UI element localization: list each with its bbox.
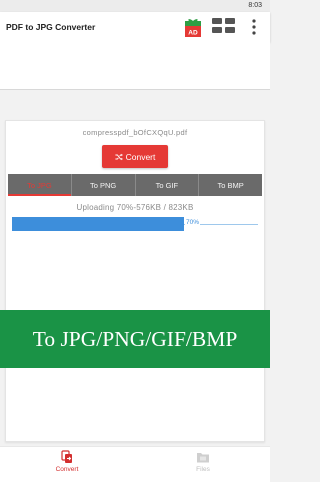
tab-to-jpg[interactable]: To JPG [8, 174, 72, 196]
shuffle-icon [115, 153, 123, 160]
status-time: 8:03 [248, 2, 262, 9]
promo-banner[interactable]: To JPG/PNG/GIF/BMP [0, 310, 270, 368]
converter-card: compresspdf_bOfCXQqU.pdf Convert To JPG … [5, 120, 265, 442]
ad-badge-text: AD [188, 30, 198, 37]
nav-convert-label: Convert [55, 466, 79, 473]
convert-button[interactable]: Convert [102, 145, 168, 168]
file-name: compresspdf_bOfCXQqU.pdf [82, 128, 188, 137]
tab-to-png[interactable]: To PNG [72, 174, 136, 196]
convert-icon [61, 450, 72, 463]
nav-convert[interactable]: Convert [37, 450, 97, 480]
files-icon [197, 453, 209, 463]
tab-to-gif[interactable]: To GIF [136, 174, 200, 196]
app-title: PDF to JPG Converter [6, 22, 96, 32]
status-bar: 8:03 [0, 0, 270, 12]
ad-banner-area [0, 42, 270, 90]
app-bar: PDF to JPG Converter AD [0, 12, 270, 42]
progress-fill [12, 217, 184, 231]
progress-label: 70% [185, 219, 201, 226]
promo-text: To JPG/PNG/GIF/BMP [32, 326, 238, 351]
nav-files-label: Files [196, 466, 210, 473]
more-vert-icon[interactable] [250, 18, 258, 36]
grid-apps-icon[interactable] [212, 18, 236, 34]
upload-status: Uploading 70%-576KB / 823KB [76, 203, 194, 212]
format-tabs: To JPG To PNG To GIF To BMP [8, 174, 262, 196]
nav-files[interactable]: Files [173, 450, 233, 480]
convert-button-label: Convert [125, 151, 156, 162]
bottom-nav: Convert Files [0, 446, 270, 482]
tab-to-bmp[interactable]: To BMP [199, 174, 262, 196]
gift-ad-icon[interactable]: AD [183, 18, 203, 38]
